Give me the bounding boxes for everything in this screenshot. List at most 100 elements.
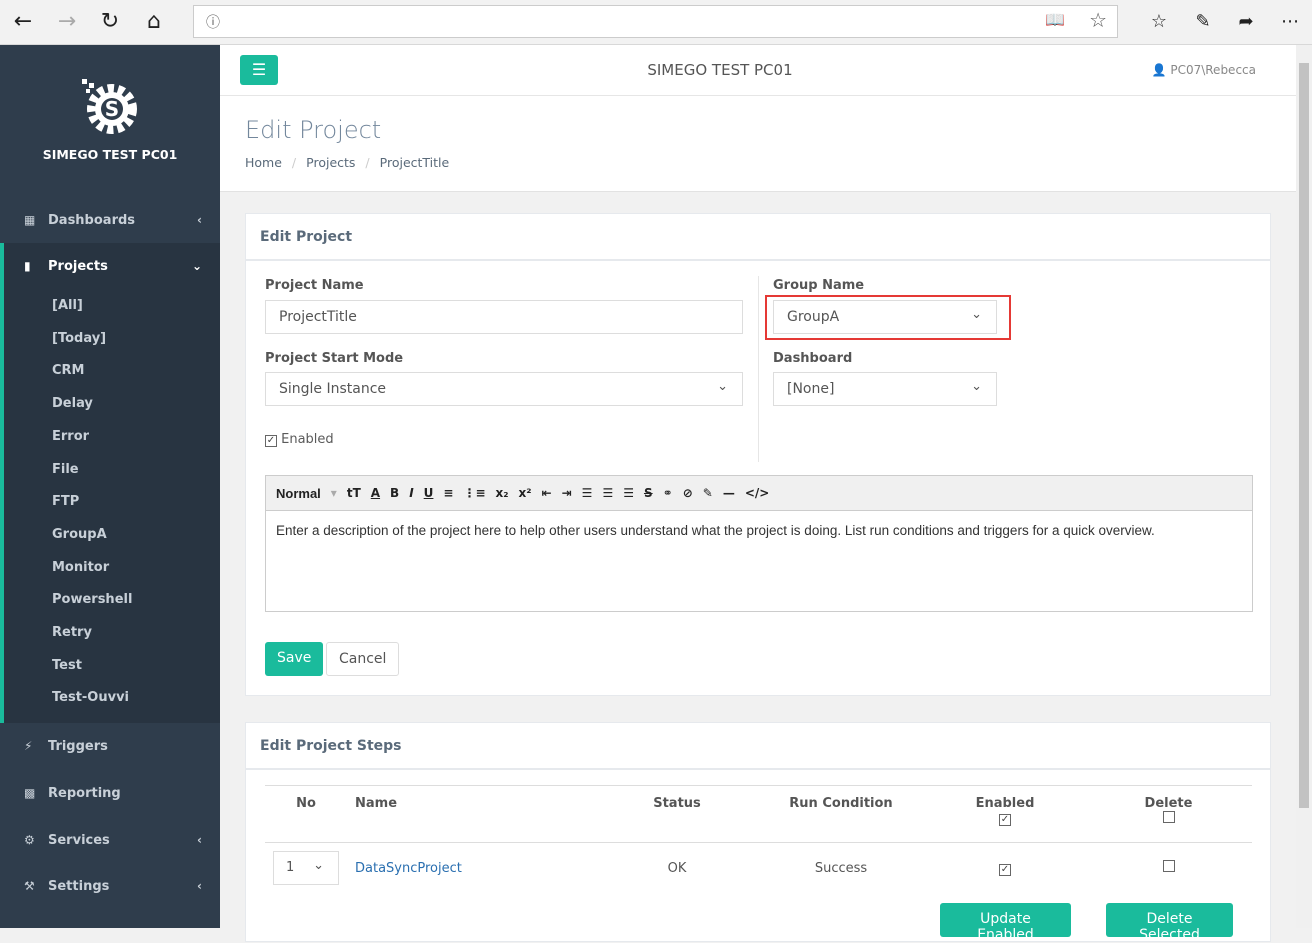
sidebar-subitem[interactable]: Retry (52, 625, 92, 640)
breadcrumb-current: ProjectTitle (379, 155, 450, 170)
reading-view-icon[interactable]: 📖 (1045, 10, 1065, 29)
group-name-value: GroupA (787, 309, 840, 325)
pen-icon[interactable]: ✎ (1188, 8, 1218, 36)
chevron-down-icon: ⌄ (191, 259, 202, 273)
more-icon[interactable]: ⋯ (1275, 8, 1305, 36)
step-delete-checkbox[interactable] (1162, 860, 1175, 873)
sidebar-subitem[interactable]: Delay (52, 396, 93, 411)
align-right-icon[interactable]: ☰ (623, 486, 634, 500)
favorites-icon[interactable]: ☆ (1144, 8, 1174, 36)
sidebar-subitem[interactable]: [Today] (52, 331, 106, 346)
italic-icon[interactable]: I (409, 486, 413, 500)
select-all-enabled-checkbox[interactable]: ✓ (999, 814, 1011, 826)
edit-project-steps-panel: Edit Project Steps No Name Status Run Co… (245, 722, 1271, 943)
table-header: No Name Status Run Condition Enabled ✓ De… (265, 785, 1252, 843)
underline-icon[interactable]: U (424, 486, 434, 500)
outdent-icon[interactable]: ⇤ (542, 486, 552, 500)
start-mode-select[interactable]: Single Instance ⌄ (265, 372, 743, 406)
projects-section (0, 243, 220, 723)
sidebar-subitem[interactable]: Powershell (52, 592, 132, 607)
font-size-icon[interactable]: tT (347, 486, 361, 500)
address-bar[interactable]: ⓘ 📖 ☆ (193, 5, 1118, 38)
user-menu[interactable]: 👤 PC07\Rebecca (1152, 63, 1256, 77)
group-name-select[interactable]: GroupA ⌄ (773, 300, 997, 334)
cancel-button[interactable]: Cancel (326, 642, 400, 676)
sidebar-item-dashboards[interactable]: ▦ Dashboards ‹ (0, 197, 220, 243)
indent-icon[interactable]: ⇥ (562, 486, 572, 500)
share-icon[interactable]: ➦ (1231, 8, 1261, 36)
sidebar-subitem[interactable]: File (52, 462, 79, 477)
favorite-star-icon[interactable]: ☆ (1089, 8, 1107, 32)
enabled-checkbox[interactable]: ✓ Enabled (265, 432, 334, 447)
step-run-condition: Success (757, 842, 925, 894)
bold-icon[interactable]: B (390, 486, 399, 500)
dashboard-select[interactable]: [None] ⌄ (773, 372, 997, 406)
sidebar-item-label: Dashboards (48, 212, 136, 228)
panel-title: Edit Project (246, 214, 1270, 261)
sidebar-item-reporting[interactable]: ▩ Reporting (0, 770, 220, 816)
ordered-list-icon[interactable]: ≡ (443, 486, 453, 500)
caret-icon: ▾ (330, 486, 337, 500)
column-delete-label: Delete (1144, 796, 1193, 811)
strikethrough-icon[interactable]: S (644, 486, 653, 500)
project-name-input[interactable]: ProjectTitle (265, 300, 743, 334)
sidebar-subitem[interactable]: FTP (52, 494, 79, 509)
chevron-left-icon: ‹ (197, 833, 202, 847)
step-order-select[interactable]: 1 ⌄ (273, 851, 339, 886)
description-text[interactable]: Enter a description of the project here … (266, 511, 1252, 550)
subscript-icon[interactable]: x₂ (496, 486, 509, 500)
page-title: Edit Project (245, 116, 382, 144)
sidebar-item-settings[interactable]: ⚒ Settings ‹ (0, 863, 220, 909)
steps-table: No Name Status Run Condition Enabled ✓ De… (265, 785, 1252, 894)
delete-selected-button[interactable]: Delete Selected (1106, 903, 1233, 943)
enabled-label: Enabled (281, 432, 334, 447)
save-button[interactable]: Save (265, 642, 324, 676)
forward-icon[interactable]: → (52, 8, 82, 36)
eraser-icon[interactable]: ✎ (703, 486, 713, 500)
home-icon[interactable]: ⌂ (139, 8, 169, 36)
brand-name: SIMEGO TEST PC01 (42, 147, 178, 162)
format-dropdown[interactable]: Normal (276, 486, 321, 501)
back-icon[interactable]: ← (8, 8, 38, 36)
code-view-icon[interactable]: </> (745, 486, 770, 500)
sidebar-subitem[interactable]: Test-Ouvvi (52, 690, 129, 705)
align-left-icon[interactable]: ☰ (582, 486, 593, 500)
sidebar-item-label: Projects (48, 258, 108, 274)
sidebar-item-label: Triggers (48, 738, 108, 754)
sidebar-subitem[interactable]: Error (52, 429, 89, 444)
breadcrumb-projects[interactable]: Projects (306, 155, 355, 170)
unlink-icon[interactable]: ⊘ (683, 486, 693, 500)
link-icon[interactable]: ⚭ (663, 486, 673, 500)
refresh-icon[interactable]: ↻ (95, 8, 125, 36)
update-enabled-button[interactable]: Update Enabled (940, 903, 1071, 943)
sidebar: S SIMEGO TEST PC01 ▦ Dashboards ‹ ▮ Project… (0, 45, 220, 928)
dashboard-value: [None] (787, 381, 835, 397)
chevron-left-icon: ‹ (197, 879, 202, 893)
user-icon: 👤 (1151, 63, 1167, 77)
chevron-down-icon: ⌄ (717, 379, 728, 394)
checkbox-icon: ✓ (265, 435, 277, 447)
sidebar-item-services[interactable]: ⚙ Services ‹ (0, 817, 220, 863)
sidebar-item-label: Services (48, 832, 110, 848)
scrollbar-thumb[interactable] (1299, 63, 1309, 808)
divider (758, 276, 759, 462)
sidebar-subitem[interactable]: CRM (52, 363, 85, 378)
horizontal-rule-icon[interactable]: — (723, 486, 735, 500)
sidebar-item-triggers[interactable]: ⚡ Triggers (0, 723, 220, 769)
scrollbar[interactable] (1296, 45, 1312, 928)
sidebar-item-projects[interactable]: ▮ Projects ⌄ (0, 243, 220, 289)
step-name-link[interactable]: DataSyncProject (347, 842, 597, 894)
breadcrumb-home[interactable]: Home (245, 155, 282, 170)
step-enabled-checkbox[interactable]: ✓ (999, 863, 1011, 876)
font-color-icon[interactable]: A (371, 486, 380, 500)
chevron-down-icon: ⌄ (971, 307, 982, 322)
sidebar-subitem[interactable]: Monitor (52, 560, 109, 575)
select-all-delete-checkbox[interactable] (1162, 811, 1175, 823)
superscript-icon[interactable]: x² (519, 486, 532, 500)
column-name: Name (347, 785, 597, 843)
align-center-icon[interactable]: ☰ (602, 486, 613, 500)
sidebar-subitem[interactable]: GroupA (52, 527, 107, 542)
sidebar-subitem[interactable]: Test (52, 658, 82, 673)
bullet-list-icon[interactable]: ⋮≡ (463, 486, 485, 500)
sidebar-subitem[interactable]: [All] (52, 298, 83, 313)
